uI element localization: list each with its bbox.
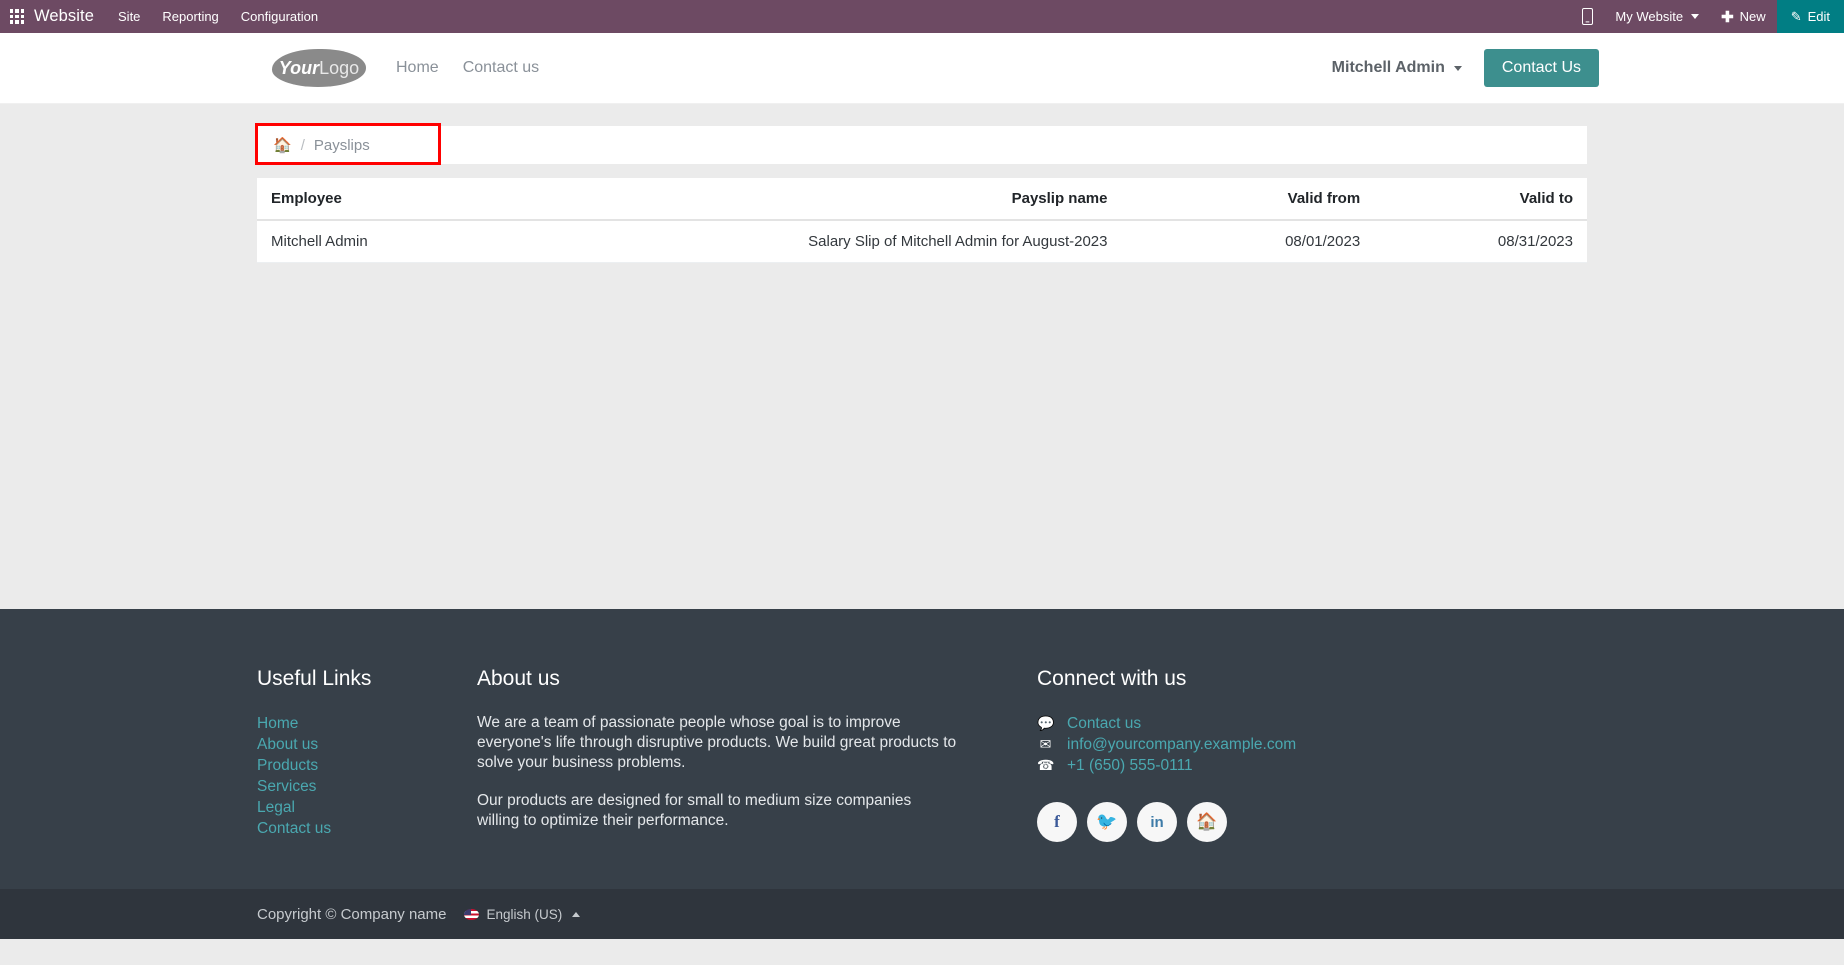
- pencil-icon: ✎: [1790, 8, 1802, 24]
- content-container: 🏠 / Payslips Employee Payslip name Valid…: [255, 123, 1587, 263]
- chevron-down-icon: [1453, 65, 1462, 71]
- footer-contact-us-line: 💬 Contact us: [1037, 713, 1587, 734]
- website-header: YourLogo Home Contact us Mitchell Admin …: [0, 33, 1844, 104]
- breadcrumb: 🏠 / Payslips: [255, 123, 1587, 165]
- cell-valid-to: 08/31/2023: [1374, 220, 1587, 263]
- footer-link-legal[interactable]: Legal: [257, 797, 477, 818]
- cell-employee: Mitchell Admin: [257, 220, 683, 263]
- footer-link-home[interactable]: Home: [257, 713, 477, 734]
- chevron-down-icon: [1691, 14, 1700, 19]
- footer-phone-link[interactable]: +1 (650) 555-0111: [1067, 755, 1193, 776]
- copyright-bar: Copyright © Company name English (US): [0, 889, 1844, 939]
- home-icon[interactable]: 🏠: [273, 138, 292, 153]
- footer-links-list: Home About us Products Services Legal Co…: [257, 713, 477, 839]
- logo-light-text: Logo: [319, 58, 360, 78]
- footer-link-about-us[interactable]: About us: [257, 734, 477, 755]
- website-selector-label: My Website: [1615, 9, 1684, 24]
- footer-about-paragraph-2: Our products are designed for small to m…: [477, 792, 912, 829]
- table-header-row: Employee Payslip name Valid from Valid t…: [257, 178, 1587, 221]
- footer-email-link[interactable]: info@yourcompany.example.com: [1067, 734, 1296, 755]
- cell-valid-from: 08/01/2023: [1121, 220, 1375, 263]
- chevron-up-icon: [572, 911, 581, 917]
- us-flag-icon: [464, 908, 480, 920]
- cell-payslip-name: Salary Slip of Mitchell Admin for August…: [682, 220, 1122, 263]
- language-selector[interactable]: English (US): [464, 906, 581, 922]
- user-menu[interactable]: Mitchell Admin: [1332, 59, 1462, 77]
- site-nav: Home Contact us: [396, 59, 539, 77]
- footer-connect: Connect with us 💬 Contact us ✉ info@your…: [1037, 667, 1587, 849]
- topbar-menu-site[interactable]: Site: [118, 9, 140, 24]
- breadcrumb-current: Payslips: [313, 136, 370, 154]
- new-button-label: New: [1739, 9, 1766, 24]
- app-brand-name[interactable]: Website: [34, 7, 94, 26]
- footer-useful-links-title: Useful Links: [257, 667, 372, 690]
- apps-grid-icon[interactable]: [0, 0, 34, 33]
- home-icon[interactable]: 🏠: [1187, 802, 1227, 842]
- topbar-menu: Site Reporting Configuration: [118, 9, 318, 24]
- footer-contact-us-link[interactable]: Contact us: [1067, 713, 1141, 734]
- page-body: 🏠 / Payslips Employee Payslip name Valid…: [0, 104, 1844, 609]
- footer-email-line: ✉ info@yourcompany.example.com: [1037, 734, 1587, 755]
- topbar-menu-configuration[interactable]: Configuration: [241, 9, 318, 24]
- topbar-menu-reporting[interactable]: Reporting: [162, 9, 218, 24]
- footer-about-us: About us We are a team of passionate peo…: [477, 667, 1037, 849]
- table-row[interactable]: Mitchell Admin Salary Slip of Mitchell A…: [257, 220, 1587, 263]
- footer-phone-line: ☎ +1 (650) 555-0111: [1037, 755, 1587, 776]
- footer-social-links: f 🐦 in 🏠: [1037, 802, 1587, 842]
- site-footer: Useful Links Home About us Products Serv…: [0, 609, 1844, 889]
- column-header-valid-to: Valid to: [1374, 178, 1587, 221]
- column-header-payslip-name: Payslip name: [682, 178, 1122, 221]
- site-nav-contact-us[interactable]: Contact us: [463, 59, 539, 77]
- footer-about-title: About us: [477, 667, 560, 690]
- footer-connect-title: Connect with us: [1037, 667, 1187, 690]
- new-button[interactable]: ✚ New: [1710, 0, 1777, 33]
- column-header-employee: Employee: [257, 178, 683, 221]
- website-selector[interactable]: My Website: [1604, 0, 1710, 33]
- phone-icon: ☎: [1037, 757, 1055, 773]
- site-nav-home[interactable]: Home: [396, 59, 439, 77]
- facebook-icon[interactable]: f: [1037, 802, 1077, 842]
- contact-us-button[interactable]: Contact Us: [1483, 49, 1599, 87]
- site-logo[interactable]: YourLogo: [272, 49, 366, 87]
- header-right-group: Mitchell Admin Contact Us: [1332, 49, 1599, 87]
- copyright-text: Copyright © Company name: [257, 905, 447, 923]
- plus-icon: ✚: [1721, 8, 1734, 26]
- footer-useful-links: Useful Links Home About us Products Serv…: [257, 667, 477, 849]
- user-menu-label: Mitchell Admin: [1331, 59, 1445, 76]
- mobile-preview-icon[interactable]: [1571, 0, 1604, 33]
- payslips-table: Employee Payslip name Valid from Valid t…: [257, 178, 1587, 263]
- logo-bold-text: Your: [278, 58, 320, 78]
- envelope-icon: ✉: [1039, 736, 1052, 752]
- column-header-valid-from: Valid from: [1121, 178, 1375, 221]
- topbar-right-group: My Website ✚ New ✎ Edit: [1571, 0, 1844, 33]
- language-selector-label: English (US): [486, 906, 563, 922]
- footer-link-products[interactable]: Products: [257, 755, 477, 776]
- breadcrumb-separator: /: [300, 136, 305, 154]
- linkedin-icon[interactable]: in: [1137, 802, 1177, 842]
- footer-about-paragraph-1: We are a team of passionate people whose…: [477, 714, 957, 771]
- footer-link-contact-us[interactable]: Contact us: [257, 818, 477, 839]
- odoo-system-topbar: Website Site Reporting Configuration My …: [0, 0, 1844, 33]
- twitter-icon[interactable]: 🐦: [1087, 802, 1127, 842]
- edit-button-label: Edit: [1807, 9, 1830, 24]
- edit-button[interactable]: ✎ Edit: [1776, 0, 1844, 33]
- comment-icon: 💬: [1037, 715, 1055, 731]
- payslips-table-card: Employee Payslip name Valid from Valid t…: [257, 178, 1587, 263]
- footer-columns: Useful Links Home About us Products Serv…: [257, 667, 1587, 849]
- copyright-inner: Copyright © Company name English (US): [257, 906, 1587, 923]
- footer-link-services[interactable]: Services: [257, 776, 477, 797]
